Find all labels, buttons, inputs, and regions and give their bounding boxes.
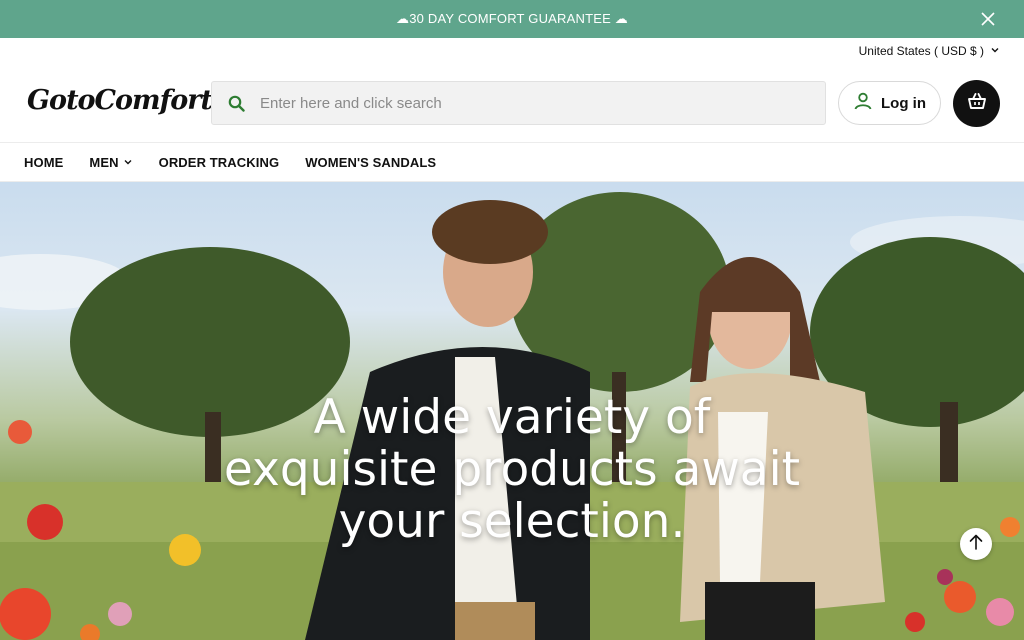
search-input[interactable] — [260, 82, 825, 124]
login-button[interactable]: Log in — [838, 81, 941, 125]
nav-item-order-tracking[interactable]: ORDER TRACKING — [159, 155, 280, 170]
login-label: Log in — [881, 94, 926, 112]
nav-label: WOMEN'S SANDALS — [305, 154, 437, 170]
locale-selector[interactable]: United States ( USD $ ) — [859, 42, 1000, 60]
announcement-text: ☁30 DAY COMFORT GUARANTEE ☁ — [396, 11, 628, 26]
site-header: GotoComforts Log in — [0, 62, 1024, 142]
nav-label: HOME — [24, 154, 64, 170]
scroll-to-top-button[interactable] — [960, 528, 992, 560]
hero-title: A wide variety of exquisite products awa… — [223, 390, 801, 549]
nav-item-men[interactable]: MEN — [89, 155, 132, 170]
site-logo[interactable]: GotoComforts — [27, 80, 227, 120]
hero-banner: A wide variety of exquisite products awa… — [0, 182, 1024, 640]
basket-icon — [966, 90, 988, 117]
main-nav: HOME MEN ORDER TRACKING WOMEN'S SANDALS — [0, 142, 1024, 182]
chevron-down-icon — [123, 155, 133, 170]
nav-item-womens-sandals[interactable]: WOMEN'S SANDALS — [305, 155, 436, 170]
search-icon[interactable] — [212, 95, 260, 112]
nav-item-home[interactable]: HOME — [24, 155, 63, 170]
announcement-bar: ☁30 DAY COMFORT GUARANTEE ☁ — [0, 0, 1024, 38]
cart-button[interactable] — [953, 80, 1000, 127]
locale-label: United States ( USD $ ) — [858, 44, 984, 58]
user-icon — [853, 91, 873, 115]
arrow-up-icon — [969, 534, 983, 555]
chevron-down-icon — [990, 44, 1000, 58]
nav-label: ORDER TRACKING — [158, 154, 280, 170]
nav-label: MEN — [89, 154, 119, 170]
search-bar — [211, 81, 826, 125]
close-icon[interactable] — [978, 9, 998, 29]
